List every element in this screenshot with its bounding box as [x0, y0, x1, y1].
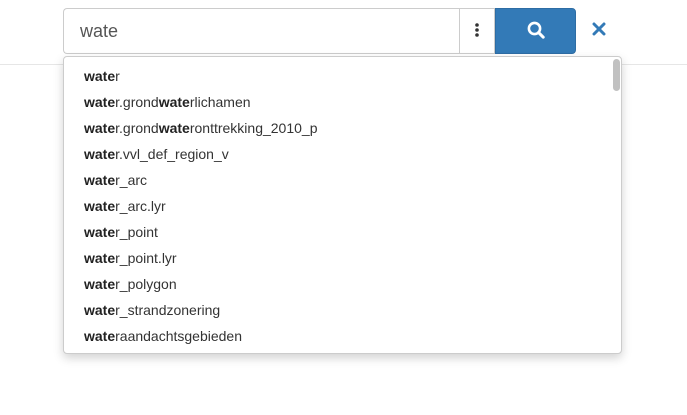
suggestion-item[interactable]: water_strandzonering — [64, 297, 621, 323]
suggestion-match-text: wate — [158, 94, 190, 110]
suggestion-item[interactable]: water_polygon — [64, 271, 621, 297]
dropdown-scrollbar[interactable] — [611, 57, 621, 353]
suggestion-text: ronttrekking_2010_p — [189, 120, 318, 136]
suggestion-item[interactable]: water — [64, 63, 621, 89]
suggestion-item[interactable]: water_arc.lyr — [64, 193, 621, 219]
suggestion-match-text: wate — [84, 68, 116, 84]
close-icon — [592, 22, 606, 41]
search-bar — [63, 8, 576, 54]
suggestion-item[interactable]: water.grondwateronttrekking_2010_p — [64, 115, 621, 141]
suggestion-item[interactable]: water_arc — [64, 167, 621, 193]
suggestion-item[interactable]: water_point.lyr — [64, 245, 621, 271]
vertical-ellipsis-icon — [475, 22, 479, 40]
suggestion-text: raandachtsgebieden — [115, 328, 243, 344]
suggestions-dropdown: water water.grondwaterlichamen water.grond… — [63, 56, 622, 354]
suggestion-item[interactable]: water.grondwaterlichamen — [64, 89, 621, 115]
suggestion-match-text: wate — [84, 120, 116, 136]
suggestion-text: r.grond — [115, 120, 159, 136]
suggestion-item[interactable]: water.vvl_def_region_v — [64, 141, 621, 167]
suggestion-text: r_arc — [115, 172, 148, 188]
suggestion-text: r_arc.lyr — [115, 198, 166, 214]
suggestion-match-text: wate — [84, 94, 116, 110]
suggestion-item[interactable]: water_point — [64, 219, 621, 245]
suggestion-match-text: wate — [84, 328, 116, 344]
clear-search-button[interactable] — [585, 17, 613, 45]
suggestion-item[interactable]: wateraandachtsgebieden — [64, 323, 621, 349]
suggestion-match-text: wate — [158, 120, 190, 136]
suggestion-text: r_point — [115, 224, 158, 240]
search-input[interactable] — [63, 8, 459, 54]
page: waterwater.grondwaterlichamenwater.grond… — [0, 0, 687, 415]
search-button[interactable] — [495, 8, 576, 54]
suggestion-text: r_point.lyr — [115, 250, 177, 266]
suggestion-text: rlichamen — [189, 94, 251, 110]
suggestion-match-text: wate — [84, 276, 116, 292]
search-icon — [527, 21, 545, 42]
suggestion-text: r_polygon — [115, 276, 177, 292]
suggestion-list: water water.grondwaterlichamen water.grond… — [64, 57, 621, 349]
suggestion-text: r — [115, 68, 120, 84]
suggestion-match-text: wate — [84, 224, 116, 240]
suggestion-match-text: wate — [84, 146, 116, 162]
suggestion-text: r.grond — [115, 94, 159, 110]
suggestion-match-text: wate — [84, 198, 116, 214]
scrollbar-thumb[interactable] — [613, 59, 620, 91]
suggestion-match-text: wate — [84, 302, 116, 318]
suggestion-match-text: wate — [84, 250, 116, 266]
suggestion-match-text: wate — [84, 172, 116, 188]
options-menu-button[interactable] — [459, 8, 495, 54]
suggestion-text: r.vvl_def_region_v — [115, 146, 229, 162]
suggestion-text: r_strandzonering — [115, 302, 221, 318]
